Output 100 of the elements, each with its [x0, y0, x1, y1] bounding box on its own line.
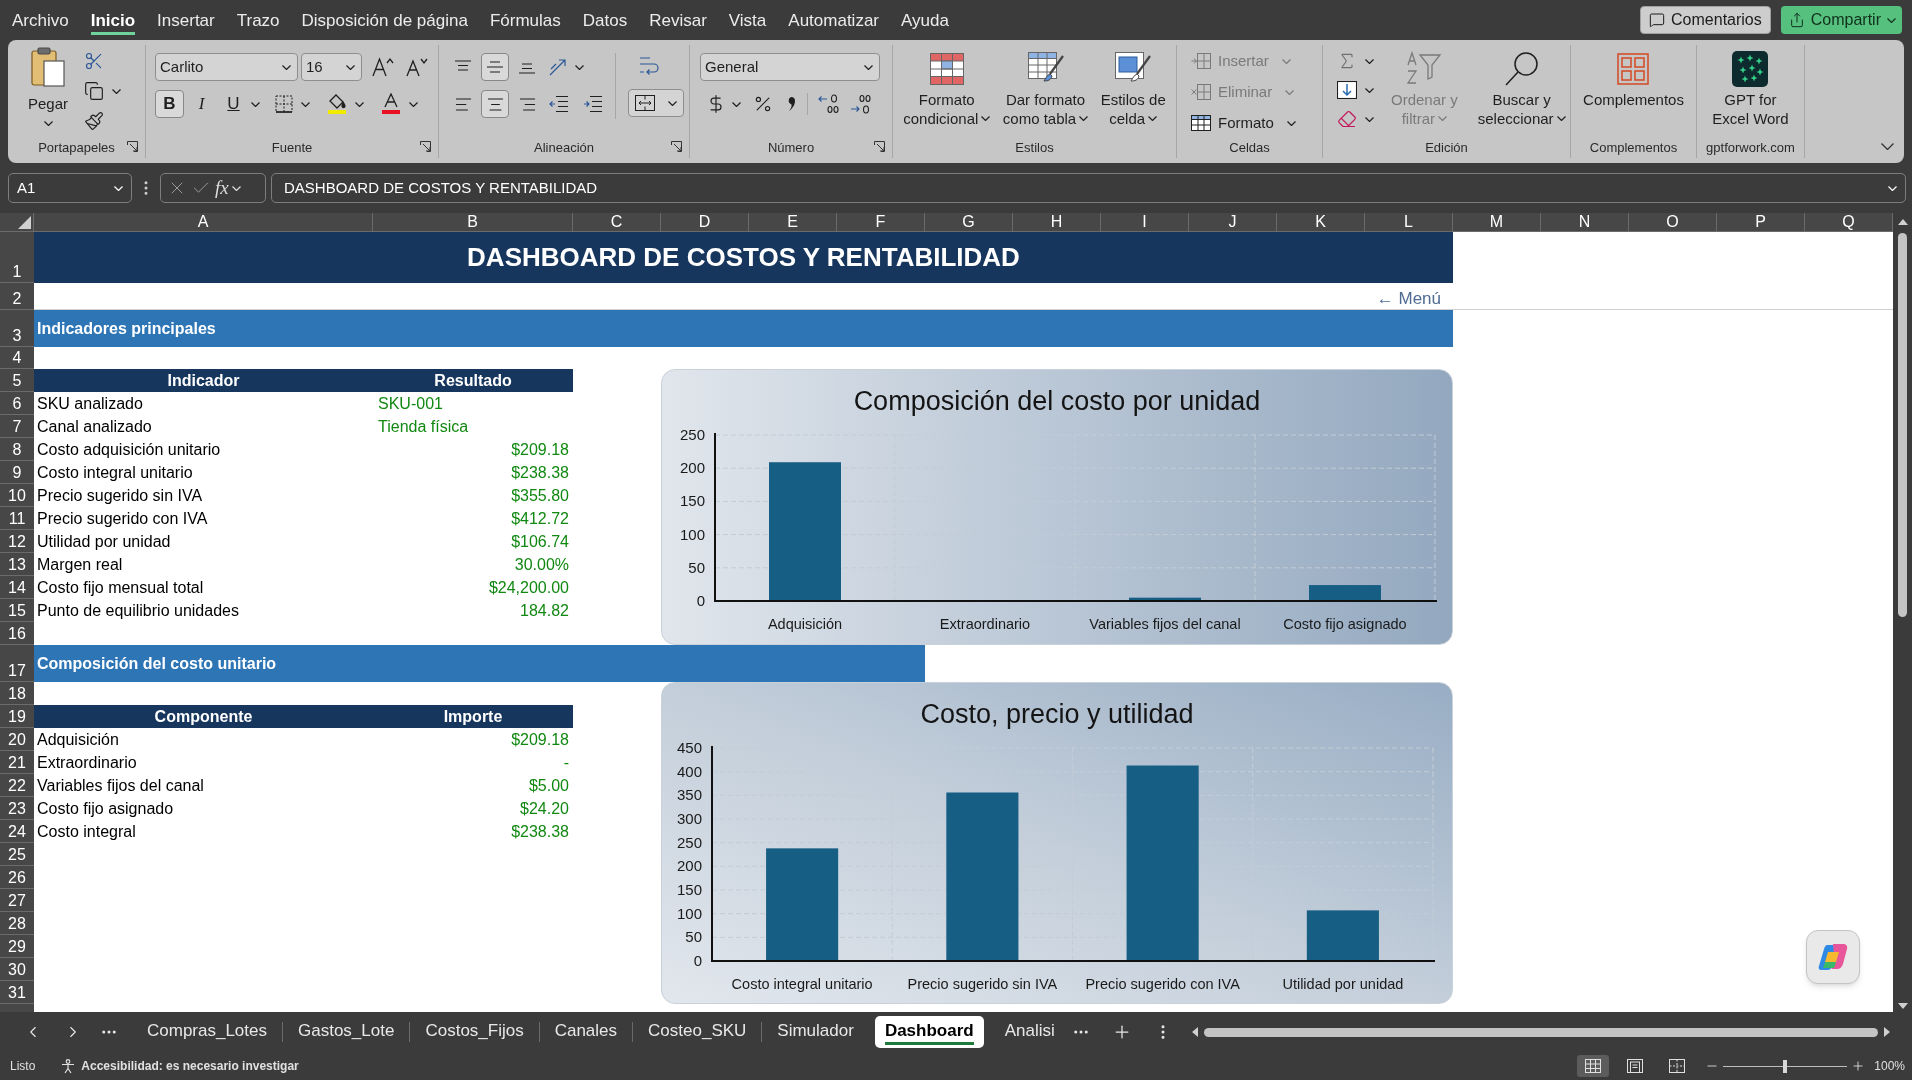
page-layout-icon[interactable] — [1627, 1059, 1644, 1073]
select-all-icon[interactable] — [18, 216, 31, 229]
scroll-left-icon[interactable] — [1191, 1027, 1198, 1037]
decrease-decimal-icon[interactable] — [850, 94, 872, 114]
column-header[interactable]: K — [1277, 213, 1365, 232]
menu-link[interactable]: ← Menú — [1376, 287, 1453, 310]
chevron-down-icon[interactable] — [981, 116, 991, 121]
chevron-down-icon[interactable] — [1365, 58, 1374, 64]
fill-down-icon[interactable] — [1337, 81, 1357, 99]
collapse-chevron-icon[interactable] — [1881, 143, 1894, 150]
share-button[interactable]: Compartir — [1780, 6, 1902, 34]
row-header[interactable]: 12 — [0, 530, 34, 553]
bold-button[interactable]: B — [155, 90, 184, 118]
chevron-down-icon[interactable] — [1148, 116, 1158, 121]
row-header[interactable]: 22 — [0, 774, 34, 797]
row-header[interactable]: 26 — [0, 866, 34, 889]
italic-button[interactable]: I — [187, 90, 216, 118]
menu-tab[interactable]: Trazo — [236, 5, 280, 35]
merge-cells-icon[interactable] — [635, 95, 655, 111]
dialog-launcher-icon[interactable] — [874, 141, 885, 152]
align-middle-icon[interactable] — [486, 59, 504, 75]
styles-button[interactable]: Formato condicional — [900, 48, 994, 128]
sheet-tab[interactable]: Analisi — [989, 1016, 1070, 1048]
chevron-down-icon[interactable] — [282, 64, 291, 70]
column-header[interactable]: G — [925, 213, 1013, 232]
vertical-align-button[interactable] — [481, 53, 509, 81]
column-header[interactable]: B — [373, 213, 573, 232]
row-header[interactable]: 10 — [0, 484, 34, 507]
clipboard-icon[interactable] — [31, 47, 65, 87]
fill-color-icon[interactable] — [327, 93, 347, 115]
menu-tab[interactable]: Fórmulas — [489, 5, 561, 35]
menu-tab[interactable]: Revisar — [649, 5, 707, 35]
scrollbar-thumb[interactable] — [1203, 1027, 1878, 1037]
add-ins-button[interactable]: Complementos — [1580, 48, 1687, 109]
chevron-down-icon[interactable] — [1079, 116, 1089, 121]
zoom-slider-thumb[interactable] — [1783, 1059, 1788, 1073]
column-header[interactable]: O — [1629, 213, 1717, 232]
underline-button[interactable]: U — [219, 90, 248, 118]
sheet-tab[interactable]: Gastos_Lote — [283, 1016, 410, 1048]
row-header[interactable]: 14 — [0, 576, 34, 599]
column-header[interactable]: A — [34, 213, 373, 232]
row-header[interactable]: 11 — [0, 507, 34, 530]
view-button[interactable] — [1577, 1055, 1610, 1077]
row-header[interactable]: 21 — [0, 751, 34, 774]
column-header[interactable]: M — [1453, 213, 1541, 232]
sheet-tab[interactable]: Simulador — [762, 1016, 869, 1048]
decrease-indent-icon[interactable] — [549, 95, 569, 113]
menu-tab[interactable]: Inicio — [90, 5, 136, 35]
row-header[interactable]: 9 — [0, 461, 34, 484]
chevron-down-icon[interactable] — [355, 101, 364, 107]
row-header[interactable]: 31 — [0, 981, 34, 1004]
chevron-down-icon[interactable] — [864, 64, 873, 70]
increase-indent-icon[interactable] — [583, 95, 603, 113]
comma-style-icon[interactable] — [787, 97, 795, 111]
scrollbar-thumb[interactable] — [1898, 233, 1907, 617]
row-header[interactable]: 28 — [0, 912, 34, 935]
row-header[interactable]: 13 — [0, 553, 34, 576]
column-header[interactable]: H — [1013, 213, 1101, 232]
sheet-tab[interactable]: Costos_Fijos — [410, 1016, 539, 1048]
dialog-launcher-icon[interactable] — [420, 141, 431, 152]
sheet-tab[interactable]: Compras_Lotes — [132, 1016, 282, 1048]
chevron-down-icon[interactable] — [1365, 116, 1374, 122]
copy-icon[interactable] — [84, 81, 105, 101]
row-header[interactable]: 16 — [0, 622, 34, 645]
search-icon[interactable] — [1503, 51, 1540, 87]
row-header[interactable]: 29 — [0, 935, 34, 958]
column-header[interactable]: C — [573, 213, 661, 232]
row-header[interactable]: 24 — [0, 820, 34, 843]
chevron-down-icon[interactable] — [251, 101, 260, 107]
column-header[interactable]: L — [1365, 213, 1453, 232]
column-header[interactable]: N — [1541, 213, 1629, 232]
paste-button[interactable]: Pegar — [28, 47, 69, 136]
chevron-down-icon[interactable] — [1365, 87, 1374, 93]
font-name-dropdown[interactable]: Carlito — [155, 53, 298, 81]
row-header[interactable]: 27 — [0, 889, 34, 912]
column-header[interactable]: J — [1189, 213, 1277, 232]
styles-button[interactable]: Estilos de celda — [1097, 48, 1169, 128]
editing-button[interactable]: Buscar y seleccionar — [1474, 48, 1569, 129]
floating-assistant-button[interactable] — [1806, 930, 1860, 984]
scroll-down-icon[interactable] — [1897, 1003, 1908, 1009]
chevron-down-icon[interactable] — [1556, 116, 1566, 121]
comments-button[interactable]: Comentarios — [1640, 6, 1771, 34]
cells-button[interactable]: Formato — [1191, 111, 1322, 135]
row-header[interactable]: 23 — [0, 797, 34, 820]
chevron-down-icon[interactable] — [668, 100, 677, 106]
menu-tab[interactable]: Disposición de página — [301, 5, 468, 35]
paintbrush-icon[interactable] — [84, 111, 105, 131]
increase-decimal-icon[interactable] — [818, 94, 840, 114]
percent-icon[interactable] — [753, 94, 773, 114]
sheet-tab[interactable]: Canales — [539, 1016, 633, 1048]
number-format-dropdown[interactable]: General — [700, 53, 880, 81]
column-header[interactable]: E — [749, 213, 837, 232]
accessibility-person-icon[interactable] — [61, 1058, 76, 1074]
decrease-font-size-icon[interactable] — [406, 57, 428, 77]
chevron-down-icon[interactable] — [575, 64, 584, 70]
chevron-down-icon[interactable] — [732, 101, 741, 107]
increase-font-size-icon[interactable] — [372, 57, 394, 77]
chevron-down-icon[interactable] — [346, 64, 355, 70]
row-header[interactable]: 2 — [0, 283, 34, 310]
eraser-icon[interactable] — [1337, 109, 1357, 129]
